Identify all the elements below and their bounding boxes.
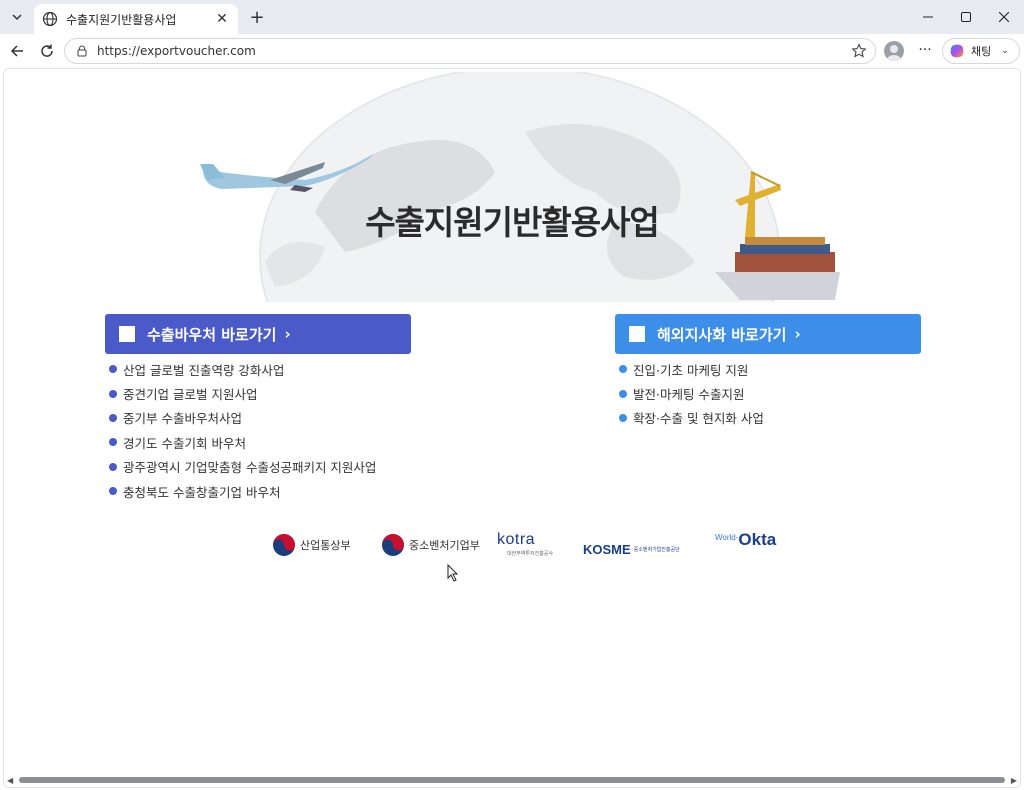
bullet-icon bbox=[109, 462, 117, 471]
kosme-logo-text: KOSME bbox=[583, 541, 631, 557]
hero-title: 수출지원기반활용사업 bbox=[365, 203, 660, 242]
square-icon bbox=[119, 326, 135, 342]
overseas-branch-list: 진입·기초 마케팅 지원 발전·마케팅 수출지원 확장·수출 및 현지화 사업 bbox=[619, 357, 764, 430]
list-item[interactable]: 충청북도 수출창출기업 바우처 bbox=[109, 479, 376, 503]
copilot-icon bbox=[950, 44, 964, 58]
browser-tab[interactable]: 수출지원기반활용사업 ✕ bbox=[34, 4, 238, 34]
url-text[interactable]: https://exportvoucher.com bbox=[97, 44, 851, 58]
copilot-button[interactable]: 채팅 ⌄ bbox=[942, 38, 1020, 64]
square-icon bbox=[629, 326, 645, 342]
tab-list-icon[interactable] bbox=[6, 6, 28, 28]
list-item[interactable]: 발전·마케팅 수출지원 bbox=[619, 381, 764, 405]
kosme-logo[interactable]: KOSME 중소벤처기업진흥공단 bbox=[583, 534, 680, 564]
bullet-icon bbox=[619, 365, 627, 374]
lock-icon[interactable] bbox=[75, 44, 89, 58]
list-item[interactable]: 산업 글로벌 진출역량 강화사업 bbox=[109, 357, 376, 381]
kotra-logo-subtext: 대한무역투자진흥공사 bbox=[507, 551, 554, 557]
tab-title: 수출지원기반활용사업 bbox=[66, 12, 177, 27]
list-item[interactable]: 확장·수출 및 현지화 사업 bbox=[619, 406, 764, 430]
scroll-right-icon[interactable]: ▶ bbox=[1011, 776, 1017, 785]
hero-banner bbox=[200, 72, 840, 302]
list-item[interactable]: 광주광역시 기업맞춤형 수출성공패키지 지원사업 bbox=[109, 455, 376, 479]
taeguk-icon bbox=[273, 534, 295, 556]
mss-logo-text: 중소벤처기업부 bbox=[409, 539, 480, 552]
export-voucher-list: 산업 글로벌 진출역량 강화사업 중견기업 글로벌 지원사업 중기부 수출바우처… bbox=[109, 357, 376, 503]
export-voucher-label: 수출바우처 바로가기 bbox=[147, 325, 277, 344]
bullet-icon bbox=[619, 389, 627, 398]
reload-icon[interactable] bbox=[35, 39, 59, 63]
kotra-logo[interactable]: kotra 대한무역투자진흥공사 bbox=[497, 532, 553, 562]
minimize-icon[interactable] bbox=[908, 0, 948, 34]
bullet-icon bbox=[109, 389, 117, 398]
browser-toolbar: https://exportvoucher.com bbox=[0, 34, 1024, 68]
window-close-icon[interactable] bbox=[984, 0, 1024, 34]
overseas-branch-label: 해외지사화 바로가기 bbox=[657, 325, 787, 344]
chevron-right-icon: › bbox=[794, 325, 801, 343]
bullet-icon bbox=[109, 487, 117, 496]
chevron-right-icon: › bbox=[284, 325, 291, 343]
plus-icon[interactable]: + bbox=[246, 6, 268, 28]
chevron-down-icon: ⌄ bbox=[1001, 46, 1009, 56]
back-icon[interactable] bbox=[5, 39, 29, 63]
okta-logo-text: Okta bbox=[738, 530, 777, 549]
okta-logo[interactable]: World- Okta bbox=[715, 530, 776, 560]
globe-icon bbox=[42, 11, 58, 27]
list-item[interactable]: 중견기업 글로벌 지원사업 bbox=[109, 381, 376, 405]
taeguk-icon bbox=[382, 534, 404, 556]
scroll-left-icon[interactable]: ◀ bbox=[7, 776, 13, 785]
browser-titlebar: 수출지원기반활용사업 ✕ + bbox=[0, 0, 1024, 34]
bullet-icon bbox=[109, 365, 117, 374]
scrollbar-thumb[interactable] bbox=[19, 777, 1005, 783]
address-bar[interactable]: https://exportvoucher.com bbox=[64, 38, 876, 64]
okta-logo-prefix: World- bbox=[715, 533, 739, 542]
close-icon[interactable]: ✕ bbox=[212, 9, 232, 29]
horizontal-scrollbar[interactable]: ◀ ▶ bbox=[3, 775, 1021, 785]
list-item[interactable]: 경기도 수출기회 바우처 bbox=[109, 430, 376, 454]
copilot-label: 채팅 bbox=[971, 45, 992, 58]
maximize-icon[interactable] bbox=[946, 0, 986, 34]
bullet-icon bbox=[109, 438, 117, 447]
kosme-logo-subtext: 중소벤처기업진흥공단 bbox=[633, 546, 680, 553]
overseas-branch-button[interactable]: 해외지사화 바로가기 › bbox=[615, 314, 921, 354]
star-icon[interactable] bbox=[851, 43, 867, 59]
kotra-logo-text: kotra bbox=[497, 531, 536, 548]
profile-icon[interactable] bbox=[884, 41, 904, 61]
list-item[interactable]: 중기부 수출바우처사업 bbox=[109, 406, 376, 430]
list-item[interactable]: 진입·기초 마케팅 지원 bbox=[619, 357, 764, 381]
motie-logo-text: 산업통상부 bbox=[300, 539, 351, 552]
more-icon[interactable]: ··· bbox=[914, 39, 936, 61]
mouse-cursor-icon bbox=[447, 564, 459, 582]
bullet-icon bbox=[109, 413, 117, 422]
motie-logo[interactable]: 산업통상부 bbox=[272, 530, 351, 560]
export-voucher-button[interactable]: 수출바우처 바로가기 › bbox=[105, 314, 411, 354]
bullet-icon bbox=[619, 413, 627, 422]
mss-logo[interactable]: 중소벤처기업부 bbox=[381, 530, 480, 560]
